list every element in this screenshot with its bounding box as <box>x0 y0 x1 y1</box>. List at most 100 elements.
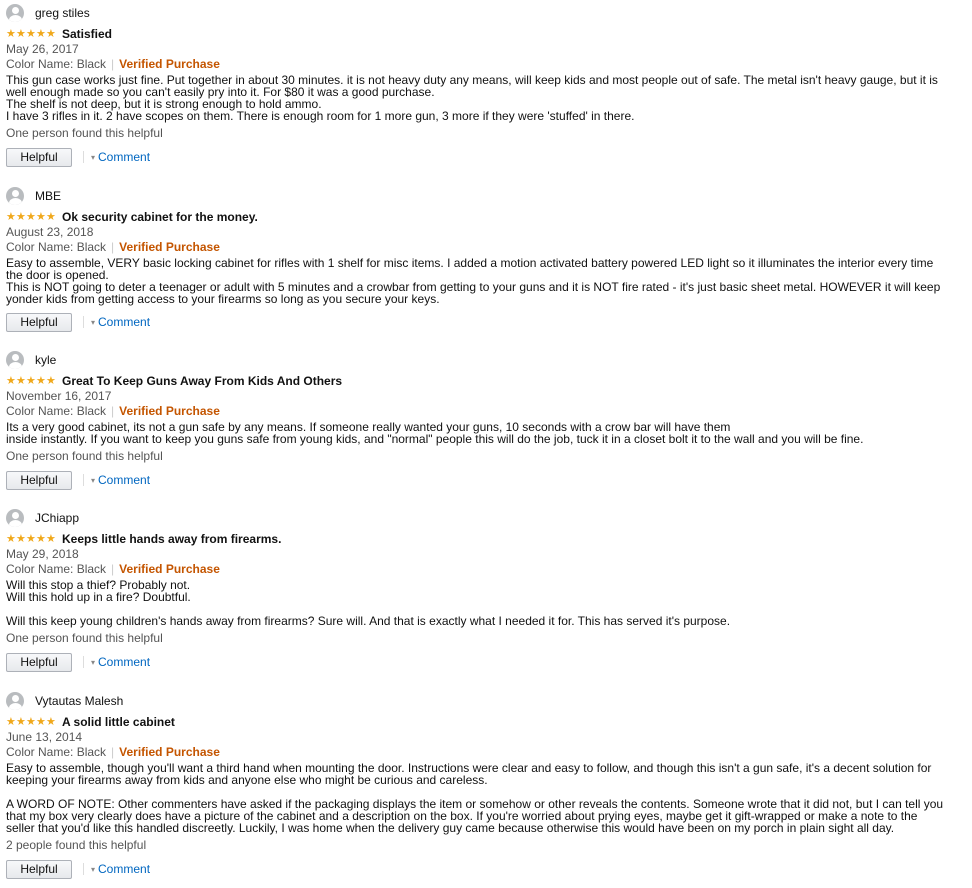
star-rating[interactable]: ★ ★ ★ ★ ★ <box>6 210 56 223</box>
star-icon: ★ <box>46 210 56 223</box>
review-title[interactable]: Ok security cabinet for the money. <box>62 210 258 224</box>
star-rating[interactable]: ★ ★ ★ ★ ★ <box>6 374 56 387</box>
review-text: This gun case works just fine. Put toget… <box>6 73 938 123</box>
comment-label: Comment <box>98 862 151 876</box>
review-title[interactable]: Satisfied <box>62 27 112 41</box>
separator: | <box>111 240 115 254</box>
star-icon: ★ <box>46 532 56 545</box>
review-meta: Color Name: Black | Verified Purchase <box>6 744 968 760</box>
divider <box>83 151 84 163</box>
author-name[interactable]: JChiapp <box>35 511 79 525</box>
helpful-count: One person found this helpful <box>6 631 163 645</box>
review-title[interactable]: Great To Keep Guns Away From Kids And Ot… <box>62 374 342 388</box>
helpful-button[interactable]: Helpful <box>6 859 72 879</box>
star-icon: ★ <box>26 532 36 545</box>
review-body: Its a very good cabinet, its not a gun s… <box>6 421 968 445</box>
star-rating[interactable]: ★ ★ ★ ★ ★ <box>6 27 56 40</box>
review-meta: Color Name: Black | Verified Purchase <box>6 239 968 255</box>
divider <box>83 316 84 328</box>
author-name[interactable]: greg stiles <box>35 6 90 20</box>
star-rating[interactable]: ★ ★ ★ ★ ★ <box>6 532 56 545</box>
review-date: May 26, 2017 <box>6 42 79 56</box>
review-body: Will this stop a thief? Probably not. Wi… <box>6 579 968 627</box>
verified-badge: Verified Purchase <box>119 57 220 71</box>
divider <box>83 474 84 486</box>
star-icon: ★ <box>6 374 16 387</box>
review-meta: Color Name: Black | Verified Purchase <box>6 56 968 72</box>
comment-label: Comment <box>98 315 151 329</box>
star-icon: ★ <box>26 715 36 728</box>
review-author: kyle <box>6 350 968 370</box>
comment-link[interactable]: ▾ Comment <box>91 473 150 487</box>
separator: | <box>111 562 115 576</box>
review-body: This gun case works just fine. Put toget… <box>6 74 968 122</box>
divider <box>83 656 84 668</box>
chevron-down-icon: ▾ <box>91 317 96 327</box>
star-icon: ★ <box>36 715 46 728</box>
helpful-count: One person found this helpful <box>6 126 163 140</box>
separator: | <box>111 745 115 759</box>
comment-label: Comment <box>98 655 151 669</box>
helpful-button[interactable]: Helpful <box>6 147 72 167</box>
review: JChiapp ★ ★ ★ ★ ★ Keeps little hands away fr… <box>6 508 968 673</box>
author-name[interactable]: MBE <box>35 189 61 203</box>
star-icon: ★ <box>6 715 16 728</box>
review-text: Easy to assemble, though you'll want a t… <box>6 761 944 835</box>
review-text: Easy to assemble, VERY basic locking cab… <box>6 256 941 306</box>
helpful-button[interactable]: Helpful <box>6 652 72 672</box>
review-title[interactable]: Keeps little hands away from firearms. <box>62 532 281 546</box>
review-meta: Color Name: Black | Verified Purchase <box>6 403 968 419</box>
avatar <box>6 692 24 710</box>
review-title[interactable]: A solid little cabinet <box>62 715 175 729</box>
star-icon: ★ <box>16 374 26 387</box>
review-text: Its a very good cabinet, its not a gun s… <box>6 420 864 446</box>
comment-link[interactable]: ▾ Comment <box>91 315 150 329</box>
star-icon: ★ <box>6 210 16 223</box>
author-name[interactable]: kyle <box>35 353 56 367</box>
review: kyle ★ ★ ★ ★ ★ Great To Keep Guns Away From … <box>6 350 968 491</box>
review-author: Vytautas Malesh <box>6 691 968 711</box>
chevron-down-icon: ▾ <box>91 864 96 874</box>
review: greg stiles ★ ★ ★ ★ ★ Satisfied May 26, 2017… <box>6 3 968 168</box>
star-icon: ★ <box>46 374 56 387</box>
review-date: June 13, 2014 <box>6 730 83 744</box>
review: Vytautas Malesh ★ ★ ★ ★ ★ A solid little cab… <box>6 691 968 880</box>
comment-label: Comment <box>98 150 151 164</box>
review-date: August 23, 2018 <box>6 225 94 239</box>
star-icon: ★ <box>26 27 36 40</box>
star-icon: ★ <box>36 210 46 223</box>
author-name[interactable]: Vytautas Malesh <box>35 694 123 708</box>
star-icon: ★ <box>46 27 56 40</box>
review: MBE ★ ★ ★ ★ ★ Ok security cabinet for the mo… <box>6 186 968 333</box>
review-date: May 29, 2018 <box>6 547 79 561</box>
review-text: Will this stop a thief? Probably not. Wi… <box>6 578 731 628</box>
review-author: JChiapp <box>6 508 968 528</box>
review-body: Easy to assemble, VERY basic locking cab… <box>6 257 968 305</box>
star-icon: ★ <box>46 715 56 728</box>
chevron-down-icon: ▾ <box>91 152 96 162</box>
comment-link[interactable]: ▾ Comment <box>91 150 150 164</box>
divider <box>83 863 84 875</box>
star-rating[interactable]: ★ ★ ★ ★ ★ <box>6 715 56 728</box>
verified-badge: Verified Purchase <box>119 404 220 418</box>
star-icon: ★ <box>36 374 46 387</box>
review-author: MBE <box>6 186 968 206</box>
review-body: Easy to assemble, though you'll want a t… <box>6 762 968 834</box>
star-icon: ★ <box>6 532 16 545</box>
star-icon: ★ <box>16 532 26 545</box>
comment-link[interactable]: ▾ Comment <box>91 862 150 876</box>
helpful-button[interactable]: Helpful <box>6 312 72 332</box>
color-name: Color Name: Black <box>6 745 107 759</box>
review-date: November 16, 2017 <box>6 389 112 403</box>
helpful-button[interactable]: Helpful <box>6 470 72 490</box>
verified-badge: Verified Purchase <box>119 745 220 759</box>
color-name: Color Name: Black <box>6 562 107 576</box>
star-icon: ★ <box>36 27 46 40</box>
comment-link[interactable]: ▾ Comment <box>91 655 150 669</box>
color-name: Color Name: Black <box>6 240 107 254</box>
chevron-down-icon: ▾ <box>91 475 96 485</box>
star-icon: ★ <box>16 27 26 40</box>
color-name: Color Name: Black <box>6 57 107 71</box>
verified-badge: Verified Purchase <box>119 240 220 254</box>
star-icon: ★ <box>6 27 16 40</box>
